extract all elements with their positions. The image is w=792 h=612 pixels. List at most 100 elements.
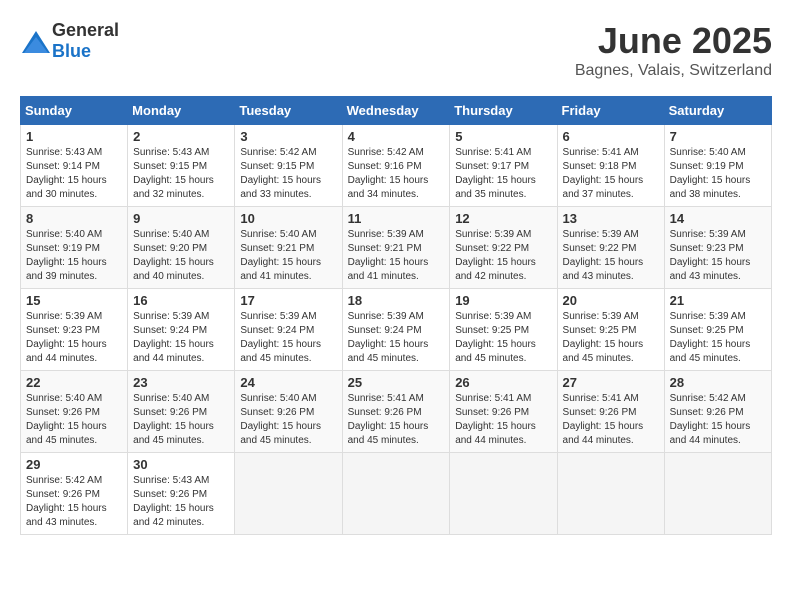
- day-header-sunday: Sunday: [21, 97, 128, 125]
- logo-icon: [20, 29, 48, 53]
- cell-text: Sunrise: 5:40 AMSunset: 9:20 PMDaylight:…: [133, 229, 214, 282]
- calendar-cell: 11 Sunrise: 5:39 AMSunset: 9:21 PMDaylig…: [342, 207, 450, 289]
- calendar-cell: 7 Sunrise: 5:40 AMSunset: 9:19 PMDayligh…: [664, 125, 771, 207]
- day-number: 26: [455, 375, 551, 390]
- calendar-cell: 27 Sunrise: 5:41 AMSunset: 9:26 PMDaylig…: [557, 371, 664, 453]
- calendar-cell: 15 Sunrise: 5:39 AMSunset: 9:23 PMDaylig…: [21, 289, 128, 371]
- calendar-cell: 16 Sunrise: 5:39 AMSunset: 9:24 PMDaylig…: [128, 289, 235, 371]
- cell-text: Sunrise: 5:39 AMSunset: 9:24 PMDaylight:…: [133, 311, 214, 364]
- cell-text: Sunrise: 5:41 AMSunset: 9:18 PMDaylight:…: [563, 147, 644, 200]
- day-header-saturday: Saturday: [664, 97, 771, 125]
- day-number: 29: [26, 457, 122, 472]
- cell-text: Sunrise: 5:42 AMSunset: 9:26 PMDaylight:…: [670, 393, 751, 446]
- day-number: 10: [240, 211, 336, 226]
- day-number: 18: [348, 293, 445, 308]
- calendar-cell: 4 Sunrise: 5:42 AMSunset: 9:16 PMDayligh…: [342, 125, 450, 207]
- calendar-cell: [235, 453, 342, 535]
- calendar-cell: 1 Sunrise: 5:43 AMSunset: 9:14 PMDayligh…: [21, 125, 128, 207]
- calendar-cell: 3 Sunrise: 5:42 AMSunset: 9:15 PMDayligh…: [235, 125, 342, 207]
- cell-text: Sunrise: 5:40 AMSunset: 9:26 PMDaylight:…: [240, 393, 321, 446]
- logo-general: General: [52, 20, 119, 40]
- day-header-friday: Friday: [557, 97, 664, 125]
- calendar-body: 1 Sunrise: 5:43 AMSunset: 9:14 PMDayligh…: [21, 125, 772, 535]
- cell-text: Sunrise: 5:39 AMSunset: 9:24 PMDaylight:…: [348, 311, 429, 364]
- cell-text: Sunrise: 5:39 AMSunset: 9:25 PMDaylight:…: [563, 311, 644, 364]
- day-number: 9: [133, 211, 229, 226]
- calendar-week-row: 22 Sunrise: 5:40 AMSunset: 9:26 PMDaylig…: [21, 371, 772, 453]
- logo-blue: Blue: [52, 41, 91, 61]
- calendar-cell: 23 Sunrise: 5:40 AMSunset: 9:26 PMDaylig…: [128, 371, 235, 453]
- calendar-cell: 25 Sunrise: 5:41 AMSunset: 9:26 PMDaylig…: [342, 371, 450, 453]
- day-number: 2: [133, 129, 229, 144]
- cell-text: Sunrise: 5:41 AMSunset: 9:26 PMDaylight:…: [348, 393, 429, 446]
- day-number: 5: [455, 129, 551, 144]
- cell-text: Sunrise: 5:40 AMSunset: 9:26 PMDaylight:…: [133, 393, 214, 446]
- cell-text: Sunrise: 5:42 AMSunset: 9:16 PMDaylight:…: [348, 147, 429, 200]
- day-number: 11: [348, 211, 445, 226]
- cell-text: Sunrise: 5:43 AMSunset: 9:15 PMDaylight:…: [133, 147, 214, 200]
- calendar-cell: 18 Sunrise: 5:39 AMSunset: 9:24 PMDaylig…: [342, 289, 450, 371]
- cell-text: Sunrise: 5:39 AMSunset: 9:22 PMDaylight:…: [455, 229, 536, 282]
- cell-text: Sunrise: 5:40 AMSunset: 9:21 PMDaylight:…: [240, 229, 321, 282]
- cell-text: Sunrise: 5:42 AMSunset: 9:15 PMDaylight:…: [240, 147, 321, 200]
- cell-text: Sunrise: 5:39 AMSunset: 9:21 PMDaylight:…: [348, 229, 429, 282]
- calendar-header-row: SundayMondayTuesdayWednesdayThursdayFrid…: [21, 97, 772, 125]
- calendar-cell: 22 Sunrise: 5:40 AMSunset: 9:26 PMDaylig…: [21, 371, 128, 453]
- cell-text: Sunrise: 5:43 AMSunset: 9:26 PMDaylight:…: [133, 475, 214, 528]
- day-number: 23: [133, 375, 229, 390]
- day-number: 20: [563, 293, 659, 308]
- calendar-cell: [342, 453, 450, 535]
- calendar-cell: 10 Sunrise: 5:40 AMSunset: 9:21 PMDaylig…: [235, 207, 342, 289]
- day-number: 8: [26, 211, 122, 226]
- calendar-cell: [664, 453, 771, 535]
- calendar-cell: [450, 453, 557, 535]
- day-number: 30: [133, 457, 229, 472]
- cell-text: Sunrise: 5:40 AMSunset: 9:19 PMDaylight:…: [670, 147, 751, 200]
- day-number: 3: [240, 129, 336, 144]
- day-number: 19: [455, 293, 551, 308]
- day-number: 22: [26, 375, 122, 390]
- calendar-cell: 9 Sunrise: 5:40 AMSunset: 9:20 PMDayligh…: [128, 207, 235, 289]
- day-number: 4: [348, 129, 445, 144]
- calendar-cell: 14 Sunrise: 5:39 AMSunset: 9:23 PMDaylig…: [664, 207, 771, 289]
- cell-text: Sunrise: 5:43 AMSunset: 9:14 PMDaylight:…: [26, 147, 107, 200]
- calendar-cell: 24 Sunrise: 5:40 AMSunset: 9:26 PMDaylig…: [235, 371, 342, 453]
- cell-text: Sunrise: 5:40 AMSunset: 9:19 PMDaylight:…: [26, 229, 107, 282]
- calendar-week-row: 8 Sunrise: 5:40 AMSunset: 9:19 PMDayligh…: [21, 207, 772, 289]
- day-number: 7: [670, 129, 766, 144]
- calendar-cell: 5 Sunrise: 5:41 AMSunset: 9:17 PMDayligh…: [450, 125, 557, 207]
- logo-text: General Blue: [52, 20, 119, 62]
- day-number: 14: [670, 211, 766, 226]
- day-number: 25: [348, 375, 445, 390]
- calendar-cell: [557, 453, 664, 535]
- day-number: 1: [26, 129, 122, 144]
- day-number: 24: [240, 375, 336, 390]
- day-header-thursday: Thursday: [450, 97, 557, 125]
- calendar-cell: 2 Sunrise: 5:43 AMSunset: 9:15 PMDayligh…: [128, 125, 235, 207]
- cell-text: Sunrise: 5:39 AMSunset: 9:24 PMDaylight:…: [240, 311, 321, 364]
- page-header: General Blue June 2025 Bagnes, Valais, S…: [20, 20, 772, 80]
- day-header-monday: Monday: [128, 97, 235, 125]
- calendar-cell: 12 Sunrise: 5:39 AMSunset: 9:22 PMDaylig…: [450, 207, 557, 289]
- calendar-week-row: 29 Sunrise: 5:42 AMSunset: 9:26 PMDaylig…: [21, 453, 772, 535]
- day-number: 15: [26, 293, 122, 308]
- calendar-week-row: 1 Sunrise: 5:43 AMSunset: 9:14 PMDayligh…: [21, 125, 772, 207]
- calendar-cell: 19 Sunrise: 5:39 AMSunset: 9:25 PMDaylig…: [450, 289, 557, 371]
- calendar-cell: 26 Sunrise: 5:41 AMSunset: 9:26 PMDaylig…: [450, 371, 557, 453]
- calendar-cell: 20 Sunrise: 5:39 AMSunset: 9:25 PMDaylig…: [557, 289, 664, 371]
- day-number: 6: [563, 129, 659, 144]
- day-number: 17: [240, 293, 336, 308]
- day-header-wednesday: Wednesday: [342, 97, 450, 125]
- calendar-cell: 21 Sunrise: 5:39 AMSunset: 9:25 PMDaylig…: [664, 289, 771, 371]
- cell-text: Sunrise: 5:39 AMSunset: 9:25 PMDaylight:…: [455, 311, 536, 364]
- calendar-cell: 29 Sunrise: 5:42 AMSunset: 9:26 PMDaylig…: [21, 453, 128, 535]
- calendar-table: SundayMondayTuesdayWednesdayThursdayFrid…: [20, 96, 772, 535]
- cell-text: Sunrise: 5:42 AMSunset: 9:26 PMDaylight:…: [26, 475, 107, 528]
- cell-text: Sunrise: 5:41 AMSunset: 9:26 PMDaylight:…: [455, 393, 536, 446]
- calendar-cell: 6 Sunrise: 5:41 AMSunset: 9:18 PMDayligh…: [557, 125, 664, 207]
- cell-text: Sunrise: 5:41 AMSunset: 9:17 PMDaylight:…: [455, 147, 536, 200]
- title-area: June 2025 Bagnes, Valais, Switzerland: [575, 20, 772, 80]
- cell-text: Sunrise: 5:39 AMSunset: 9:22 PMDaylight:…: [563, 229, 644, 282]
- day-number: 12: [455, 211, 551, 226]
- month-title: June 2025: [575, 20, 772, 62]
